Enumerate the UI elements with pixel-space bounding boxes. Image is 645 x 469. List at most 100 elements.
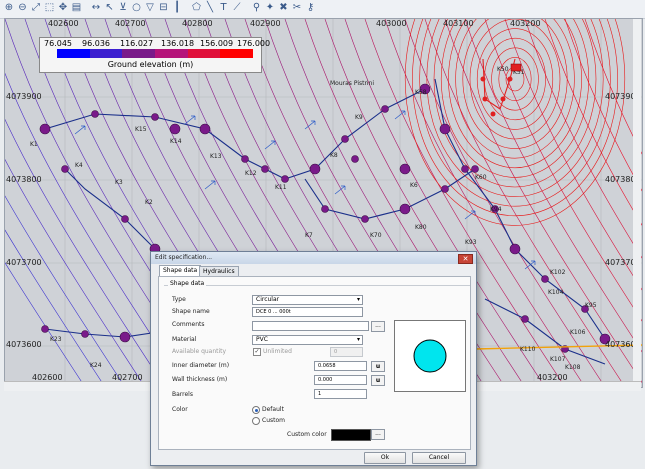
x-coordinate-label: 403200 xyxy=(510,19,541,28)
select-icon[interactable]: ↖ xyxy=(104,2,116,14)
default-color-radio[interactable] xyxy=(252,406,260,414)
network-node xyxy=(121,215,129,223)
layers-icon[interactable]: ▤ xyxy=(71,2,83,14)
available-quantity-field[interactable]: 0 xyxy=(330,347,363,357)
network-node xyxy=(199,123,211,135)
inner-diameter-label: Inner diameter (m) xyxy=(172,362,230,369)
node-label: K8 xyxy=(330,152,338,159)
barrels-field[interactable]: 1 xyxy=(314,389,367,399)
node-label: K93 xyxy=(465,239,477,246)
pan-icon[interactable]: ✥ xyxy=(57,2,69,14)
color-label: Color xyxy=(172,406,188,413)
x-coordinate-label: 403100 xyxy=(443,19,474,28)
line-tool-icon[interactable]: ╲ xyxy=(204,2,216,14)
wall-thickness-unit-button[interactable]: u xyxy=(371,375,385,386)
node-label: K94 xyxy=(490,206,502,213)
node-label: K13 xyxy=(210,153,222,160)
node-icon[interactable]: ○ xyxy=(131,2,143,14)
node-label: K11 xyxy=(275,184,287,191)
comments-field[interactable] xyxy=(252,321,369,331)
cancel-button[interactable]: Cancel xyxy=(412,452,466,464)
vertical-scrollbar[interactable] xyxy=(633,19,641,381)
elevation-contour xyxy=(544,19,642,226)
node-label: K3 xyxy=(115,179,123,186)
x-coordinate-label: 402900 xyxy=(250,19,281,28)
node-label: K7 xyxy=(305,232,313,239)
x-coordinate-label: 402800 xyxy=(182,19,213,28)
network-node xyxy=(151,113,159,121)
flow-arrow-icon xyxy=(204,180,216,190)
split-icon[interactable]: ✂ xyxy=(291,2,303,14)
network-node xyxy=(309,163,321,175)
comments-browse-button[interactable]: ... xyxy=(371,321,385,332)
barrels-label: Barrels xyxy=(172,391,193,398)
hydrant-icon[interactable]: ┃ xyxy=(171,2,183,14)
y-coordinate-label: 4073700 xyxy=(6,258,42,267)
shape-name-field[interactable]: DCE 0 ... 000t xyxy=(252,307,363,317)
snap-icon[interactable]: ✦ xyxy=(264,2,276,14)
inner-diameter-field[interactable]: 0.0658 xyxy=(314,361,367,371)
node-label: K106 xyxy=(570,329,586,336)
x-coordinate-label: 402700 xyxy=(115,19,146,28)
filter-icon[interactable]: ⊻ xyxy=(117,2,129,14)
custom-color-swatch[interactable] xyxy=(331,429,371,441)
elevation-contour xyxy=(5,229,106,387)
custom-color-browse-button[interactable]: ... xyxy=(371,429,385,440)
trace-icon[interactable]: ⚲ xyxy=(251,2,263,14)
dialog-title: Edit specification... xyxy=(151,252,476,264)
close-icon[interactable]: ✕ xyxy=(458,254,473,264)
node-label: K58 xyxy=(415,89,427,96)
legend-color-step xyxy=(89,49,123,58)
wall-thickness-field[interactable]: 0.000 xyxy=(314,375,367,385)
marker-icon xyxy=(510,63,522,72)
elevation-contour xyxy=(440,19,590,178)
inner-diameter-unit-button[interactable]: u xyxy=(371,361,385,372)
custom-color-radio[interactable] xyxy=(252,417,260,425)
chevron-down-icon: ▾ xyxy=(356,296,360,303)
delete-icon[interactable]: ✖ xyxy=(278,2,290,14)
elevation-contour xyxy=(404,19,626,226)
zoom-window-icon[interactable]: ⬚ xyxy=(44,2,56,14)
valve-icon[interactable]: ⊟ xyxy=(158,2,170,14)
node-label: K2 xyxy=(145,199,153,206)
shape-name-label: Shape name xyxy=(172,308,210,315)
measure-icon[interactable]: ↔ xyxy=(90,2,102,14)
zoom-out-icon[interactable]: ⊖ xyxy=(17,2,29,14)
text-tool-icon[interactable]: T xyxy=(218,2,230,14)
ok-button[interactable]: Ok xyxy=(364,452,406,464)
unlimited-checkbox[interactable]: ✓ xyxy=(253,348,261,356)
pipe-line xyxy=(304,168,476,220)
shape-data-panel: Shape data Type Circular ▾ Shape name DCE… xyxy=(158,276,471,450)
node-label: K70 xyxy=(370,232,382,239)
flow-arrow-icon xyxy=(74,125,86,135)
network-node xyxy=(281,175,289,183)
network-node xyxy=(41,325,49,333)
network-node xyxy=(61,165,69,173)
node-label: K1 xyxy=(30,141,38,148)
type-select[interactable]: Circular ▾ xyxy=(252,295,363,305)
tab-shape-data[interactable]: Shape data xyxy=(159,265,202,276)
network-node xyxy=(490,111,496,117)
zoom-extent-icon[interactable]: ⤢ xyxy=(30,2,42,14)
legend-color-step xyxy=(57,49,90,58)
place-label: Mouras Pistrini xyxy=(330,80,374,87)
custom-label: Custom xyxy=(262,417,285,424)
polygon-icon[interactable]: ⬠ xyxy=(191,2,203,14)
network-node xyxy=(91,110,99,118)
group-label: Shape data xyxy=(168,280,207,287)
tab-hydraulics[interactable]: Hydraulics xyxy=(199,266,239,276)
node-label: K15 xyxy=(135,126,147,133)
node-label: K95 xyxy=(585,302,597,309)
pipe-line xyxy=(64,168,156,250)
network-node xyxy=(461,165,469,173)
profile-icon[interactable]: ⟋ xyxy=(231,2,243,14)
legend-color-step xyxy=(220,49,254,58)
zoom-in-icon[interactable]: ⊕ xyxy=(3,2,15,14)
key-icon[interactable]: ⚷ xyxy=(305,2,317,14)
network-node xyxy=(480,76,486,82)
x-coordinate-label: 403000 xyxy=(376,19,407,28)
network-node xyxy=(500,96,506,102)
pipe-icon[interactable]: ▽ xyxy=(144,2,156,14)
wall-thickness-label: Wall thickness (m) xyxy=(172,376,228,383)
material-select[interactable]: PVC ▾ xyxy=(252,335,363,345)
